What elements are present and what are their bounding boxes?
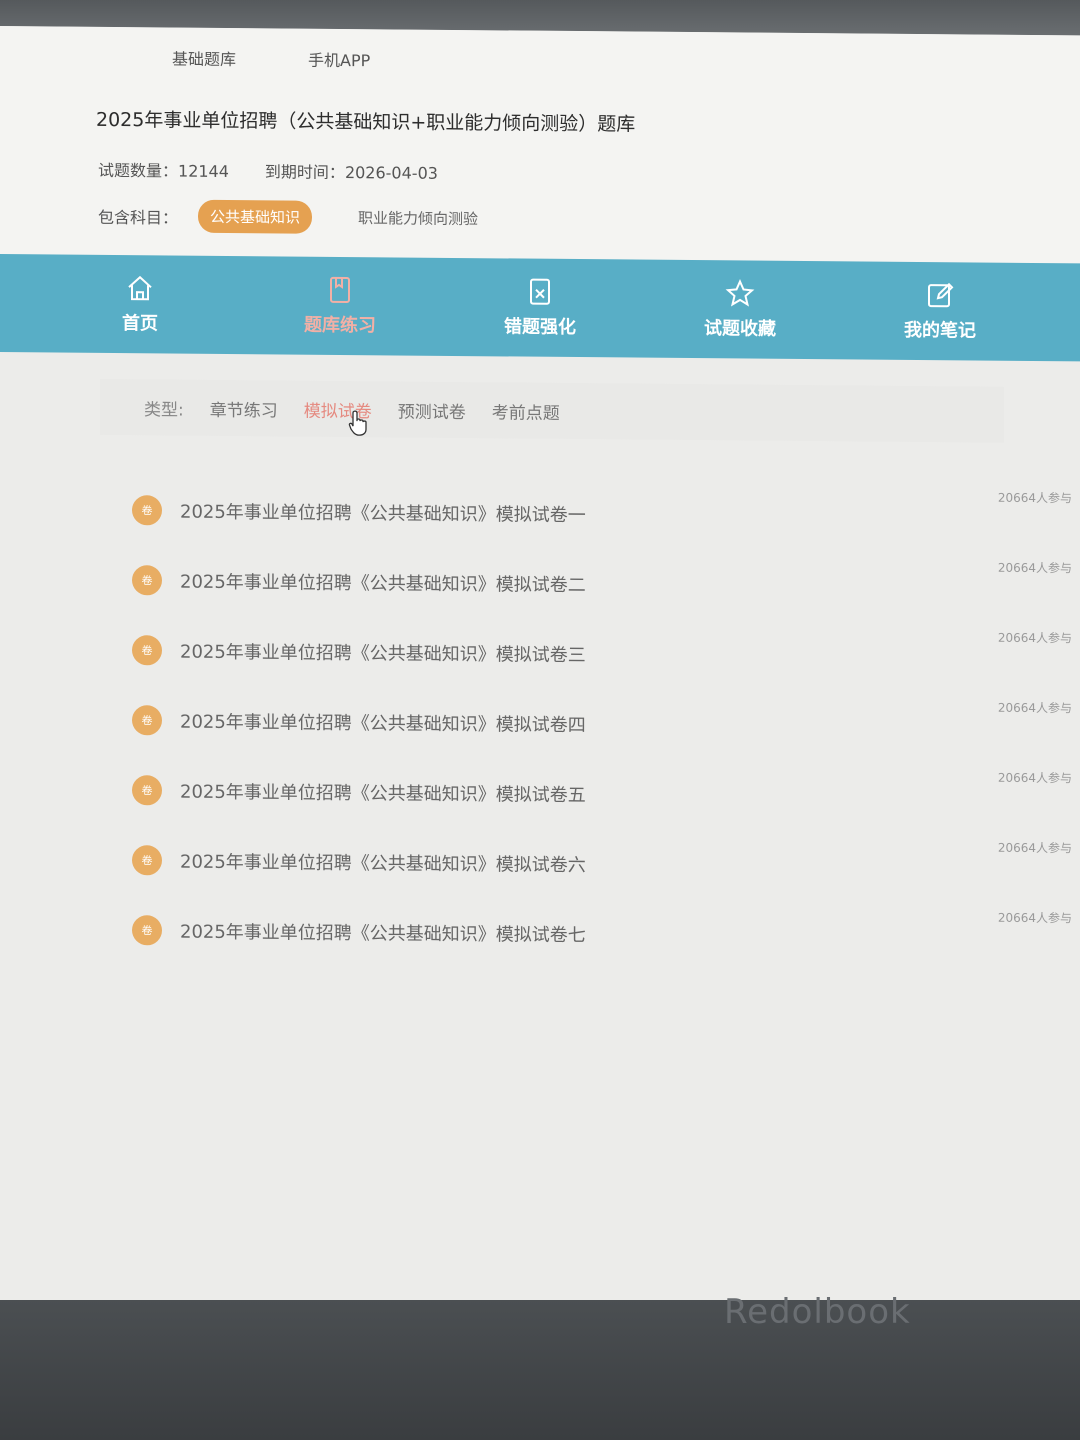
question-count: 试题数量：12144	[98, 157, 229, 182]
nav-mistakes-label: 错题强化	[504, 316, 576, 339]
link-mobile-app[interactable]: 手机APP	[308, 47, 370, 72]
paper-participants: 20664人参与	[997, 700, 1072, 716]
nav-practice-label: 题库练习	[304, 314, 376, 337]
nav-notes[interactable]: 我的笔记	[870, 280, 1010, 343]
nav-practice[interactable]: 题库练习	[270, 274, 410, 337]
edit-icon	[925, 280, 955, 310]
hand-cursor-icon	[348, 409, 370, 441]
paper-badge: 卷	[132, 705, 162, 736]
nav-home[interactable]: 首页	[70, 273, 210, 336]
paper-badge: 卷	[132, 915, 162, 946]
book-icon	[325, 275, 355, 305]
star-icon	[725, 278, 755, 308]
nav-favorites-label: 试题收藏	[704, 318, 776, 340]
paper-title[interactable]: 2025年事业单位招聘《公共基础知识》模拟试卷一	[180, 498, 586, 528]
paper-participants: 20664人参与	[997, 560, 1072, 576]
filter-predict-papers[interactable]: 预测试卷	[398, 397, 466, 423]
wrong-doc-icon	[525, 277, 555, 307]
nav-favorites[interactable]: 试题收藏	[670, 278, 810, 341]
bank-meta: 试题数量：12144 到期时间：2026-04-03	[98, 157, 438, 184]
nav-mistakes[interactable]: 错题强化	[470, 276, 610, 339]
bank-header: 基础题库 手机APP 2025年事业单位招聘（公共基础知识+职业能力倾向测验）题…	[0, 26, 1080, 264]
main-nav: 首页 题库练习 错题强化 试题收藏 我的笔记	[0, 254, 1080, 362]
type-filter-label: 类型:	[144, 399, 184, 421]
home-icon	[125, 273, 155, 303]
paper-badge: 卷	[132, 775, 162, 806]
question-count-label: 试题数量：	[98, 160, 179, 181]
paper-participants: 20664人参与	[997, 630, 1072, 646]
paper-badge: 卷	[132, 495, 162, 526]
nav-notes-label: 我的笔记	[904, 319, 976, 342]
expiry-label: 到期时间：	[264, 162, 345, 183]
paper-badge: 卷	[132, 565, 162, 596]
paper-participants: 20664人参与	[997, 840, 1072, 856]
filter-pre-exam-tips[interactable]: 考前点题	[492, 398, 560, 424]
laptop-bezel-bottom	[0, 1300, 1080, 1440]
paper-title[interactable]: 2025年事业单位招聘《公共基础知识》模拟试卷七	[180, 918, 586, 948]
subject-aptitude-test[interactable]: 职业能力倾向测验	[358, 207, 478, 229]
paper-participants: 20664人参与	[997, 490, 1072, 506]
paper-row[interactable]: 卷 2025年事业单位招聘《公共基础知识》模拟试卷七 20664人参与	[132, 895, 1072, 973]
paper-badge: 卷	[132, 635, 162, 666]
paper-row[interactable]: 卷 2025年事业单位招聘《公共基础知识》模拟试卷二 20664人参与	[132, 545, 1072, 623]
paper-list: 卷 2025年事业单位招聘《公共基础知识》模拟试卷一 20664人参与 卷 20…	[132, 475, 1072, 973]
paper-row[interactable]: 卷 2025年事业单位招聘《公共基础知识》模拟试卷三 20664人参与	[132, 615, 1072, 693]
link-basic-bank[interactable]: 基础题库	[172, 46, 236, 71]
paper-title[interactable]: 2025年事业单位招聘《公共基础知识》模拟试卷六	[180, 848, 586, 878]
laptop-brand-logo: Redolbook	[724, 1292, 911, 1332]
top-links: 基础题库 手机APP	[172, 46, 370, 72]
expiry-date: 到期时间：2026-04-03	[265, 158, 438, 184]
paper-title[interactable]: 2025年事业单位招聘《公共基础知识》模拟试卷五	[180, 778, 586, 808]
paper-title[interactable]: 2025年事业单位招聘《公共基础知识》模拟试卷二	[180, 568, 586, 598]
nav-home-label: 首页	[122, 313, 158, 335]
subjects-label: 包含科目：	[98, 207, 179, 228]
browser-screen: 基础题库 手机APP 2025年事业单位招聘（公共基础知识+职业能力倾向测验）题…	[0, 26, 1080, 1312]
bank-title: 2025年事业单位招聘（公共基础知识+职业能力倾向测验）题库	[96, 108, 636, 136]
paper-title[interactable]: 2025年事业单位招聘《公共基础知识》模拟试卷三	[180, 638, 586, 668]
expiry-value: 2026-04-03	[344, 163, 438, 183]
paper-row[interactable]: 卷 2025年事业单位招聘《公共基础知识》模拟试卷四 20664人参与	[132, 685, 1072, 763]
paper-row[interactable]: 卷 2025年事业单位招聘《公共基础知识》模拟试卷五 20664人参与	[132, 755, 1072, 833]
paper-participants: 20664人参与	[997, 770, 1072, 786]
filter-chapter-practice[interactable]: 章节练习	[210, 395, 278, 421]
type-filter: 类型: 章节练习 模拟试卷 预测试卷 考前点题	[100, 378, 1004, 443]
subjects-row: 包含科目： 公共基础知识 职业能力倾向测验	[98, 199, 478, 235]
paper-row[interactable]: 卷 2025年事业单位招聘《公共基础知识》模拟试卷一 20664人参与	[132, 475, 1072, 553]
paper-participants: 20664人参与	[997, 910, 1072, 926]
paper-row[interactable]: 卷 2025年事业单位招聘《公共基础知识》模拟试卷六 20664人参与	[132, 825, 1072, 903]
subject-public-knowledge[interactable]: 公共基础知识	[198, 199, 313, 234]
paper-badge: 卷	[132, 845, 162, 876]
question-count-value: 12144	[178, 161, 229, 181]
paper-title[interactable]: 2025年事业单位招聘《公共基础知识》模拟试卷四	[180, 708, 586, 738]
